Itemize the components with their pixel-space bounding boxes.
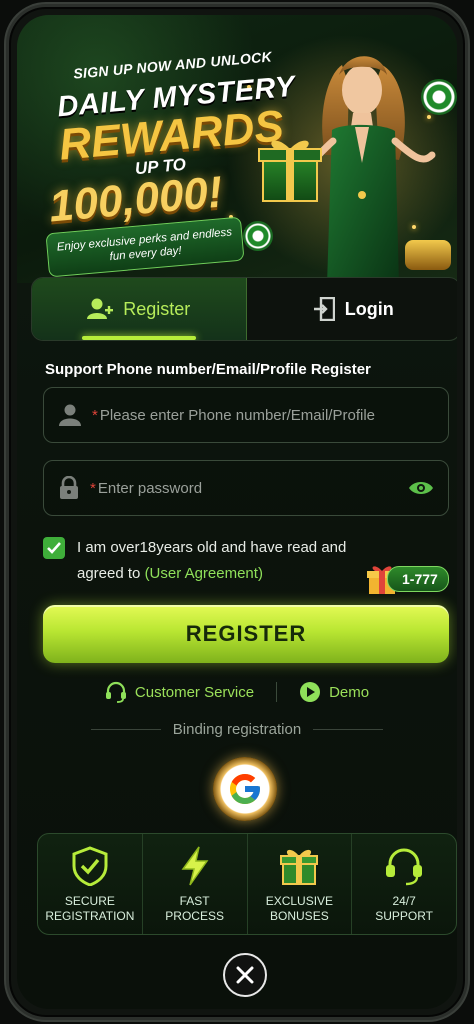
tab-login-label: Login <box>344 298 394 319</box>
eye-icon[interactable] <box>408 479 434 497</box>
lightning-icon <box>181 846 209 886</box>
poker-chip-decoration <box>421 79 457 115</box>
demo-label: Demo <box>329 683 370 701</box>
required-mark: * <box>90 479 96 497</box>
google-login-button[interactable] <box>213 757 277 821</box>
shield-check-icon <box>72 846 108 886</box>
app-screen: SIGN UP NOW AND UNLOCK DAILY MYSTERY REW… <box>17 15 457 1009</box>
feature-support: 24/7 SUPPORT <box>352 834 456 934</box>
divider <box>276 682 278 702</box>
feature-label: SECURE REGISTRATION <box>45 894 134 924</box>
promo-banner: SIGN UP NOW AND UNLOCK DAILY MYSTERY REW… <box>17 15 457 283</box>
features-strip: SECURE REGISTRATION FAST PROCESS EXCLUSI… <box>37 833 457 935</box>
check-icon <box>47 542 61 554</box>
binding-label: Binding registration <box>172 721 302 738</box>
close-icon <box>236 966 254 984</box>
tab-login[interactable]: Login <box>247 278 458 340</box>
help-links: Customer Service Demo <box>17 679 457 705</box>
binding-divider: Binding registration <box>17 721 457 738</box>
user-agreement-link[interactable]: (User Agreement) <box>145 565 263 582</box>
demo-link[interactable]: Demo <box>299 681 369 703</box>
bonus-badge-label: 1-777 <box>387 566 449 592</box>
required-mark: * <box>92 406 98 424</box>
gift-icon <box>280 849 319 885</box>
feature-label-line: REGISTRATION <box>45 909 135 923</box>
feature-label-line: PROCESS <box>165 909 224 923</box>
google-icon <box>230 774 260 804</box>
account-input[interactable] <box>99 406 434 424</box>
feature-label: 24/7 SUPPORT <box>375 894 433 924</box>
divider-line <box>313 729 384 730</box>
headset-icon <box>105 681 126 703</box>
headset-icon <box>386 848 423 886</box>
close-button[interactable] <box>223 953 267 997</box>
feature-label-line: SECURE <box>64 894 115 908</box>
feature-label: FAST PROCESS <box>165 894 224 924</box>
add-user-icon <box>87 298 114 319</box>
register-button[interactable]: REGISTER <box>43 605 449 663</box>
password-input[interactable] <box>97 479 398 497</box>
agreement-text-block: I am over18years old and have read and a… <box>77 535 363 587</box>
tab-register[interactable]: Register <box>32 278 247 340</box>
user-icon <box>59 404 81 426</box>
account-field[interactable]: * <box>43 387 449 443</box>
feature-secure: SECURE REGISTRATION <box>38 834 143 934</box>
customer-service-label: Customer Service <box>134 683 255 701</box>
feature-fast: FAST PROCESS <box>143 834 248 934</box>
auth-tabs: Register Login <box>31 277 457 341</box>
customer-service-link[interactable]: Customer Service <box>105 681 254 703</box>
feature-label-line: BONUSES <box>270 909 329 923</box>
play-icon <box>300 682 321 702</box>
login-door-icon <box>313 297 335 321</box>
gift-box-illustration <box>258 140 322 202</box>
lock-icon <box>60 476 78 499</box>
agree-checkbox[interactable] <box>43 537 65 559</box>
feature-label-line: SUPPORT <box>375 909 434 923</box>
feature-bonuses: EXCLUSIVE BONUSES <box>248 834 353 934</box>
form-label: Support Phone number/Email/Profile Regis… <box>45 361 371 378</box>
coin-stack-decoration <box>405 240 451 270</box>
phone-frame: SIGN UP NOW AND UNLOCK DAILY MYSTERY REW… <box>6 4 468 1020</box>
password-field[interactable]: * <box>43 460 449 516</box>
feature-label-line: EXCLUSIVE <box>265 894 334 908</box>
feature-label-line: FAST <box>179 894 210 908</box>
poker-chip-decoration <box>243 221 273 251</box>
feature-label: EXCLUSIVE BONUSES <box>266 894 333 924</box>
divider-line <box>90 729 161 730</box>
feature-label-line: 24/7 <box>392 894 416 908</box>
tab-register-label: Register <box>123 298 191 319</box>
agreement-row: I am over18years old and have read and a… <box>43 535 363 587</box>
bonus-badge: 1-777 <box>367 563 449 595</box>
